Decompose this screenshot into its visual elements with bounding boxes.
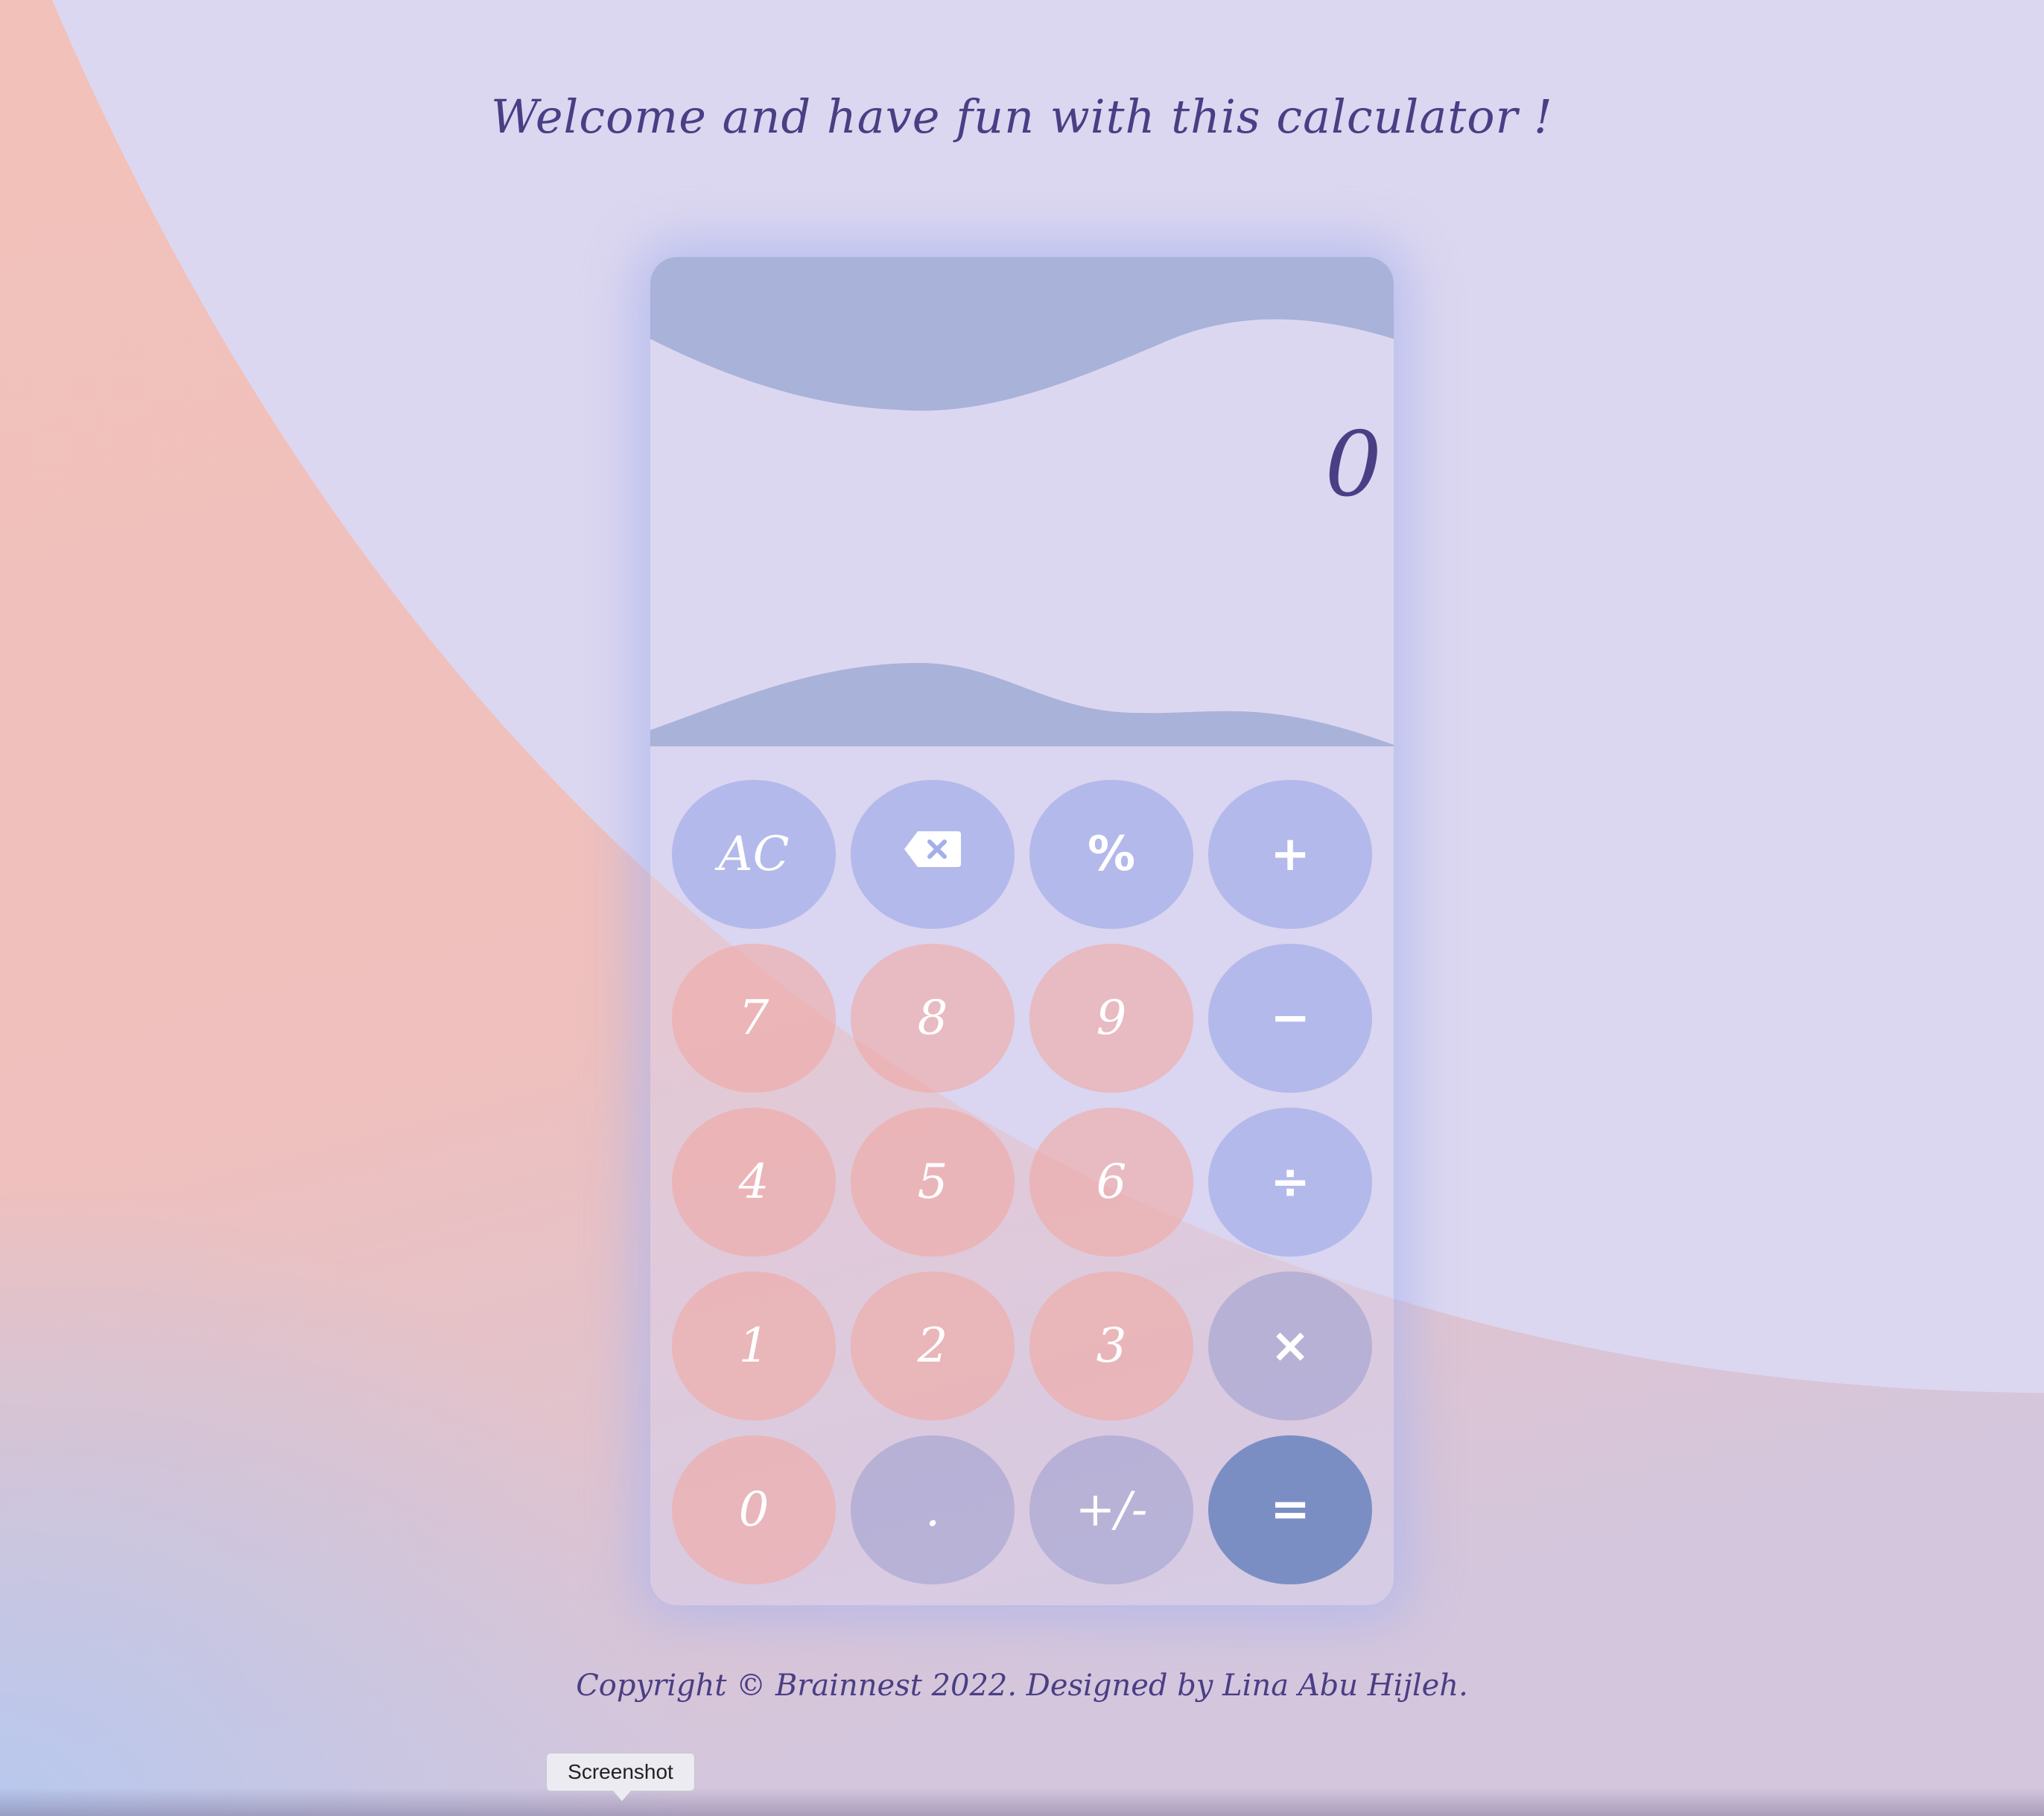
digit-0-label: 0 — [738, 1482, 769, 1537]
sign-toggle-button[interactable]: +/- — [1029, 1435, 1193, 1584]
equals-label: = — [1270, 1482, 1310, 1537]
sign-toggle-label: +/- — [1075, 1482, 1148, 1537]
digit-7-button[interactable]: 7 — [672, 944, 836, 1093]
digit-6-button[interactable]: 6 — [1029, 1108, 1193, 1257]
digit-4-label: 4 — [738, 1155, 769, 1210]
tooltip-arrow — [613, 1791, 631, 1801]
calculator-screen: 0 — [650, 257, 1394, 746]
digit-3-button[interactable]: 3 — [1029, 1271, 1193, 1420]
subtract-label: − — [1270, 991, 1310, 1046]
divide-button[interactable]: ÷ — [1208, 1108, 1372, 1257]
backspace-icon — [901, 827, 964, 882]
percent-label: % — [1087, 827, 1136, 882]
digit-2-label: 2 — [917, 1318, 948, 1374]
divide-label: ÷ — [1270, 1155, 1310, 1210]
digit-8-label: 8 — [917, 991, 948, 1046]
digit-1-label: 1 — [738, 1318, 769, 1374]
tooltip-label: Screenshot — [568, 1760, 673, 1783]
digit-3-label: 3 — [1096, 1318, 1127, 1374]
digit-4-button[interactable]: 4 — [672, 1108, 836, 1257]
digit-5-button[interactable]: 5 — [851, 1108, 1015, 1257]
digit-2-button[interactable]: 2 — [851, 1271, 1015, 1420]
multiply-label: × — [1270, 1318, 1310, 1374]
digit-7-label: 7 — [738, 991, 769, 1046]
equals-button[interactable]: = — [1208, 1435, 1372, 1584]
decimal-button[interactable]: . — [851, 1435, 1015, 1584]
clear-label: AC — [718, 827, 790, 882]
digit-8-button[interactable]: 8 — [851, 944, 1015, 1093]
decimal-label: . — [924, 1482, 941, 1537]
display-value: 0 — [1324, 413, 1382, 517]
add-label: + — [1270, 827, 1310, 882]
window-bottom-shadow — [0, 1788, 2044, 1816]
multiply-button[interactable]: × — [1208, 1271, 1372, 1420]
add-button[interactable]: + — [1208, 780, 1372, 929]
copyright-footer: Copyright © Brainnest 2022. Designed by … — [576, 1669, 1468, 1703]
digit-6-label: 6 — [1096, 1155, 1127, 1210]
digit-5-label: 5 — [917, 1155, 948, 1210]
backspace-button[interactable] — [851, 780, 1015, 929]
digit-1-button[interactable]: 1 — [672, 1271, 836, 1420]
screen-wave-decoration — [650, 257, 1394, 746]
digit-0-button[interactable]: 0 — [672, 1435, 836, 1584]
percent-button[interactable]: % — [1029, 780, 1193, 929]
digit-9-label: 9 — [1096, 991, 1127, 1046]
subtract-button[interactable]: − — [1208, 944, 1372, 1093]
digit-9-button[interactable]: 9 — [1029, 944, 1193, 1093]
screenshot-tooltip: Screenshot — [546, 1753, 695, 1791]
clear-button[interactable]: AC — [672, 780, 836, 929]
calculator: 0 AC % + 7 8 9 − 4 5 6 ÷ 1 2 3 × 0 . +/-… — [650, 257, 1394, 1605]
page-title: Welcome and have fun with this calculato… — [491, 89, 1553, 144]
